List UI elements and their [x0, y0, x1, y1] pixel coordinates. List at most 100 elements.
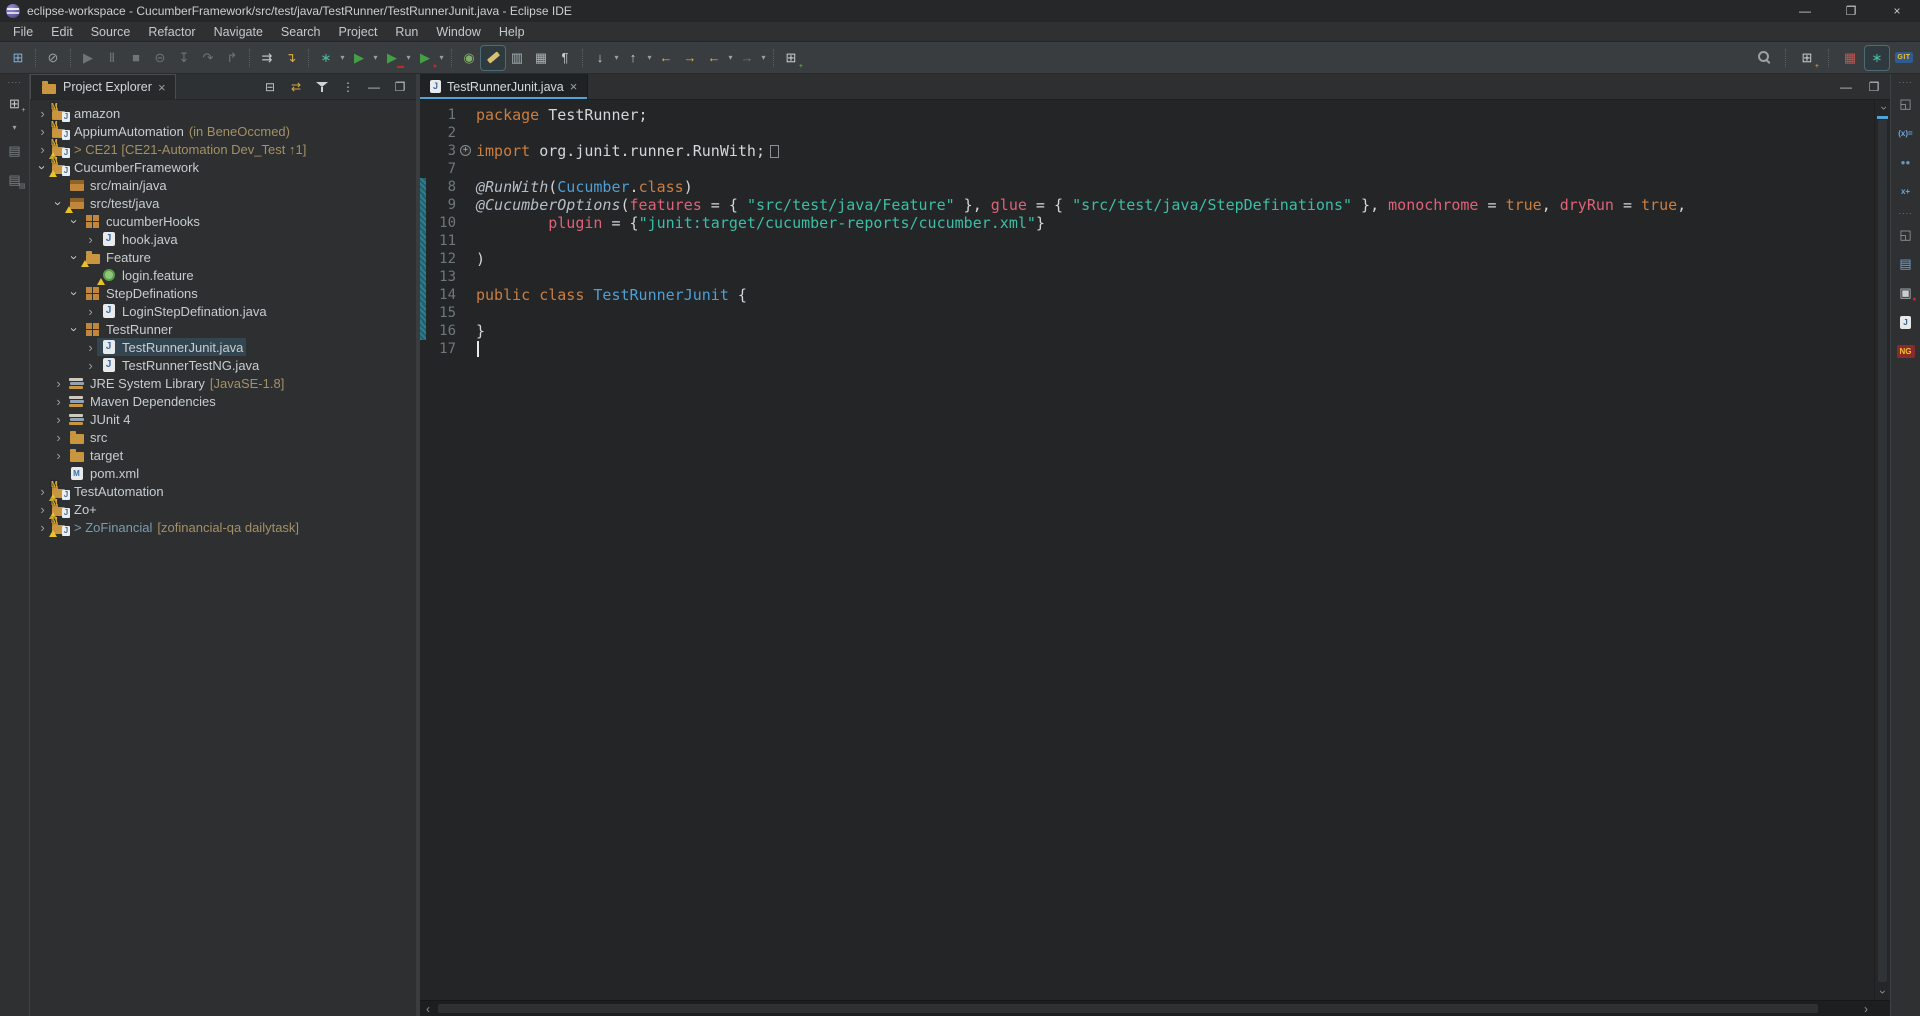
scroll-right-icon[interactable]: › [1858, 1001, 1874, 1016]
view-menu-icon[interactable]: ⋮ [340, 79, 356, 95]
step-into-icon[interactable]: ↧ [172, 46, 196, 70]
code-line-13[interactable]: 13 [420, 268, 1874, 286]
tree-item-zo[interactable]: › J M Zo+ [30, 498, 416, 519]
tab-testrunnerjunit[interactable]: J TestRunnerJunit.java × [420, 74, 589, 99]
open-view-icon[interactable]: ⊞ + [4, 94, 25, 114]
code-line-14[interactable]: 14 public class TestRunnerJunit { [420, 286, 1874, 304]
code-line-3[interactable]: 3 + import org.junit.runner.RunWith; [420, 142, 1874, 160]
pause-icon[interactable]: Ⅱ [100, 46, 124, 70]
minimize-view-icon[interactable]: — [366, 79, 382, 95]
restore-view-icon[interactable]: ◱ [1895, 94, 1917, 114]
line-number[interactable]: 17 [426, 341, 460, 357]
horizontal-scroll-thumb[interactable] [438, 1004, 1818, 1013]
breakpoints-icon[interactable]: ●● [1895, 152, 1917, 172]
dropdown-arrow-icon[interactable]: ▾ [759, 53, 768, 62]
expressions-icon[interactable]: x+ [1895, 181, 1917, 201]
expand-chevron-icon[interactable]: › [67, 251, 82, 264]
line-number[interactable]: 10 [426, 215, 460, 231]
expand-chevron-icon[interactable]: › [67, 215, 82, 228]
maximize-editor-icon[interactable]: ❐ [1866, 79, 1882, 95]
tree-item-amazon[interactable]: › J Mamazon [30, 102, 416, 122]
expand-chevron-icon[interactable]: › [67, 287, 82, 300]
expand-chevron-icon[interactable]: › [52, 377, 65, 390]
dropdown-arrow-icon[interactable]: ▾ [338, 53, 347, 62]
tree-item-target[interactable]: › target [30, 446, 416, 464]
resume-icon[interactable]: ▶ [76, 46, 100, 70]
save-icon[interactable]: ▤ [4, 141, 26, 161]
forward-icon[interactable]: → [735, 46, 759, 70]
menu-source[interactable]: Source [82, 22, 140, 41]
line-number[interactable]: 2 [426, 125, 460, 141]
tree-item-loginstepdefination-java[interactable]: › J LoginStepDefination.java [30, 302, 416, 320]
tree-item-pom-xml[interactable]: ›Mpom.xml [30, 464, 416, 482]
expand-chevron-icon[interactable]: › [35, 161, 50, 174]
horizontal-scroll-track[interactable] [436, 1001, 1858, 1016]
menu-search[interactable]: Search [272, 22, 330, 41]
open-perspective-icon[interactable]: ⊞ + [1795, 46, 1819, 70]
collapse-all-icon[interactable]: ⊟ [262, 79, 278, 95]
save-all-icon[interactable]: ▤ ▤ [4, 170, 25, 190]
line-number[interactable]: 14 [426, 287, 460, 303]
drag-handle[interactable]: ∙∙∙∙ [1898, 78, 1912, 87]
dropdown-arrow-icon[interactable]: ▾ [726, 53, 735, 62]
fold-expand-icon[interactable]: + [460, 145, 471, 156]
line-number[interactable]: 16 [426, 323, 460, 339]
debug-icon[interactable]: ∗ [314, 46, 338, 70]
scroll-left-icon[interactable]: ‹ [420, 1001, 436, 1016]
code-line-1[interactable]: 1 package TestRunner; [420, 106, 1874, 124]
terminate-icon[interactable]: ■ [124, 46, 148, 70]
disconnect-icon[interactable]: ⊝ [148, 46, 172, 70]
previous-annotation-icon[interactable]: ↑ [621, 46, 645, 70]
code-line-2[interactable]: 2 [420, 124, 1874, 142]
junit-icon[interactable]: J [1895, 312, 1917, 332]
expand-chevron-icon[interactable]: › [67, 323, 82, 336]
tree-item-hook-java[interactable]: › Jhook.java [30, 230, 416, 248]
java-perspective-button[interactable]: ▦ [1838, 46, 1862, 70]
menu-run[interactable]: Run [386, 22, 427, 41]
last-edit-location-icon[interactable]: ← [654, 46, 678, 70]
line-number[interactable]: 1 [426, 107, 460, 123]
code-line-9[interactable]: 9 @CucumberOptions(features = { "src/test… [420, 196, 1874, 214]
tree-item-ce21-ce21-automation-dev-test-1[interactable]: › J M > CE21 [CE21-Automation Dev_Test ↑1] [30, 138, 416, 159]
tree-item-cucumberframework[interactable]: › J M CucumberFramework [30, 156, 416, 177]
code-line-17[interactable]: 17 [420, 340, 1874, 358]
dropdown-arrow-icon[interactable]: ▾ [10, 123, 19, 132]
tree-item-stepdefinations[interactable]: › StepDefinations [30, 284, 416, 302]
tree-item-src[interactable]: › src [30, 428, 416, 446]
line-number[interactable]: 13 [426, 269, 460, 285]
show-skipped-frames-icon[interactable]: ⇉ [255, 46, 279, 70]
line-number[interactable]: 12 [426, 251, 460, 267]
line-number[interactable]: 8 [426, 179, 460, 195]
open-editor-window-icon[interactable]: ⊞ + [779, 46, 803, 70]
tree-item-testrunnertestng-java[interactable]: › J TestRunnerTestNG.java [30, 356, 416, 374]
folded-region-icon[interactable] [770, 144, 779, 158]
menu-window[interactable]: Window [427, 22, 489, 41]
expand-chevron-icon[interactable]: › [36, 485, 49, 498]
menu-refactor[interactable]: Refactor [139, 22, 204, 41]
testng-icon[interactable]: NG [1895, 341, 1917, 361]
vertical-scrollbar[interactable]: ‹ › [1874, 100, 1890, 1000]
expand-chevron-icon[interactable]: › [52, 413, 65, 426]
tree-item-src-test-java[interactable]: › src/test/java [30, 194, 416, 213]
expand-chevron-icon[interactable]: › [36, 521, 49, 534]
git-perspective-button[interactable]: GIT [1892, 46, 1916, 70]
link-with-editor-icon[interactable]: ⇄ [288, 79, 304, 95]
close-icon[interactable]: × [158, 81, 166, 94]
line-number[interactable]: 15 [426, 305, 460, 321]
line-number[interactable]: 9 [426, 197, 460, 213]
minimize-button[interactable]: — [1782, 0, 1828, 22]
expand-chevron-icon[interactable]: › [84, 341, 97, 354]
code-line-10[interactable]: 10 plugin = {"junit:target/cucumber-repo… [420, 214, 1874, 232]
scroll-up-icon[interactable]: ‹ [1875, 100, 1890, 116]
new-window-icon[interactable]: ⊞ [6, 46, 30, 70]
code-line-15[interactable]: 15 [420, 304, 1874, 322]
expand-chevron-icon[interactable]: › [52, 431, 65, 444]
expand-chevron-icon[interactable]: › [52, 395, 65, 408]
expand-chevron-icon[interactable]: › [36, 107, 49, 120]
tree-item-feature[interactable]: › Feature [30, 248, 416, 267]
code-line-8[interactable]: 8 @RunWith(Cucumber. class) [420, 178, 1874, 196]
mark-occurrences-icon[interactable] [480, 44, 506, 71]
tree-item-jre-system-library[interactable]: › JRE System Library [JavaSE-1.8] [30, 374, 416, 392]
tree-item-testautomation[interactable]: › J M TestAutomation [30, 480, 416, 501]
profile-icon[interactable]: ▶ ● [413, 46, 437, 70]
